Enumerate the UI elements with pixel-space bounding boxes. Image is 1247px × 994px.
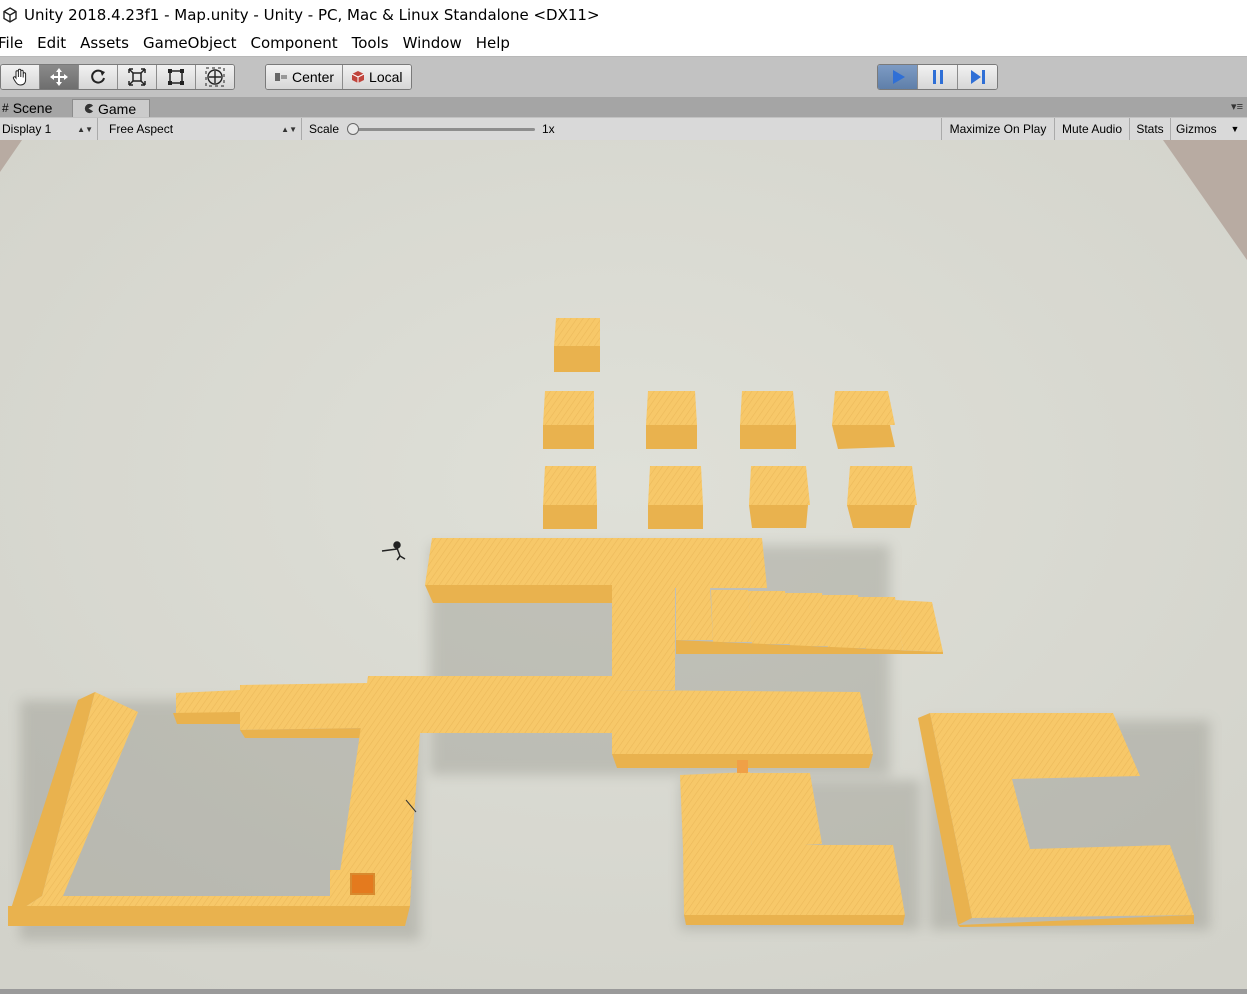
tab-scene[interactable]: # Scene: [0, 99, 72, 117]
game-viewport[interactable]: [0, 140, 1247, 994]
pivot-local-label: Local: [369, 69, 403, 85]
scale-label: Scale: [309, 122, 340, 136]
menu-gameobject[interactable]: GameObject: [143, 34, 237, 52]
view-tabs: # Scene Game ▾≡: [0, 97, 1247, 117]
pivot-center-button[interactable]: Center: [266, 65, 344, 89]
tab-scene-label: Scene: [12, 100, 53, 116]
menu-bar: File Edit Assets GameObject Component To…: [0, 30, 1247, 57]
menu-component[interactable]: Component: [251, 34, 338, 52]
local-cube-icon: [351, 71, 365, 83]
cube-top: [554, 318, 600, 372]
maximize-on-play-button[interactable]: Maximize On Play: [941, 118, 1054, 140]
scale-slider-track[interactable]: [350, 128, 535, 131]
tab-game-label: Game: [98, 100, 137, 117]
aspect-value: Free Aspect: [109, 122, 174, 136]
menu-help[interactable]: Help: [476, 34, 510, 52]
rotate-tool-icon: [91, 69, 105, 84]
window-title: Unity 2018.4.23f1 - Map.unity - Unity - …: [24, 6, 600, 24]
dropdown-arrows-icon: ▲▼: [281, 124, 297, 134]
gizmos-dropdown-icon[interactable]: ▼: [1228, 118, 1242, 140]
menu-edit[interactable]: Edit: [37, 34, 66, 52]
scale-slider-thumb[interactable]: [347, 123, 359, 135]
play-icon: [892, 70, 905, 84]
dropdown-arrows-icon: ▲▼: [77, 124, 93, 134]
mute-audio-button[interactable]: Mute Audio: [1054, 118, 1129, 140]
move-tool-icon: [50, 68, 68, 86]
main-toolbar: Center Local: [0, 57, 1247, 97]
rotate-tool-button[interactable]: [79, 65, 118, 89]
title-bar: Unity 2018.4.23f1 - Map.unity - Unity - …: [0, 0, 1247, 30]
unity-logo-icon: [3, 7, 17, 23]
hand-tool-button[interactable]: [1, 65, 40, 89]
scene-grid-icon: #: [2, 101, 9, 115]
rect-tool-button[interactable]: [157, 65, 196, 89]
display-dropdown[interactable]: Display 1 ▲▼: [0, 118, 98, 140]
transform-tool-icon: [205, 67, 225, 87]
gizmos-button[interactable]: Gizmos: [1170, 118, 1230, 140]
pause-icon: [932, 70, 943, 84]
stats-button[interactable]: Stats: [1129, 118, 1170, 140]
transform-tool-button[interactable]: [196, 65, 234, 89]
aspect-dropdown[interactable]: Free Aspect ▲▼: [103, 118, 302, 140]
game-pacman-icon: [84, 103, 94, 114]
hand-tool-icon: [12, 68, 27, 86]
rect-tool-icon: [168, 69, 184, 85]
menu-assets[interactable]: Assets: [80, 34, 129, 52]
tab-options-icon[interactable]: ▾≡: [1231, 100, 1243, 113]
step-icon: [970, 70, 985, 84]
pivot-center-label: Center: [292, 69, 335, 85]
game-scene: [0, 140, 1247, 994]
play-button[interactable]: [878, 65, 918, 89]
scale-tool-icon: [128, 68, 146, 86]
scale-tool-button[interactable]: [118, 65, 157, 89]
step-button[interactable]: [958, 65, 997, 89]
menu-window[interactable]: Window: [403, 34, 462, 52]
pivot-toggles: Center Local: [265, 64, 412, 90]
game-view-bar: Display 1 ▲▼ Free Aspect ▲▼ Scale 1x Max…: [0, 118, 1247, 141]
tab-game[interactable]: Game: [72, 99, 150, 117]
bottom-border: [0, 989, 1247, 994]
play-controls: [877, 64, 998, 90]
pause-button[interactable]: [918, 65, 958, 89]
menu-tools[interactable]: Tools: [352, 34, 389, 52]
pivot-center-icon: [275, 73, 287, 81]
pivot-local-button[interactable]: Local: [343, 65, 411, 89]
move-tool-button[interactable]: [40, 65, 79, 89]
transform-tools: [0, 64, 235, 90]
scale-value: 1x: [542, 122, 555, 136]
menu-file[interactable]: File: [0, 34, 23, 52]
display-value: Display 1: [2, 122, 52, 136]
